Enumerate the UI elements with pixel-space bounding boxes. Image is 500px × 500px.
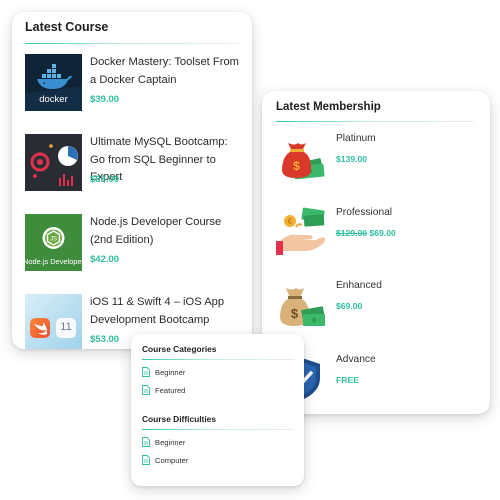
course-item-nodejs[interactable]: JS Node.js Developer Node.js Developer C… — [25, 214, 241, 276]
category-link[interactable]: Beginner — [155, 368, 185, 377]
docker-thumb-label: docker — [39, 94, 68, 105]
membership-item-platinum[interactable]: $ Platinum $139.00 — [276, 131, 476, 187]
course-price: $65.00 — [90, 174, 120, 185]
money-bag-cash-icon: $ — [282, 143, 325, 180]
membership-item-enhanced[interactable]: $ Enhanced $69.00 — [276, 278, 476, 334]
plan-sale-price: $69.00 — [369, 228, 396, 238]
membership-item-advance[interactable]: Advance FREE — [276, 352, 476, 408]
course-price: $39.00 — [90, 94, 120, 105]
document-icon — [142, 455, 150, 465]
plan-price-group: $129.00 $69.00 — [336, 228, 396, 238]
nodejs-thumb-label: Node.js Developer — [25, 257, 82, 266]
plan-price: FREE — [336, 375, 359, 385]
course-categories-title: Course Categories — [142, 344, 217, 354]
svg-text:$: $ — [293, 159, 300, 173]
latest-course-title: Latest Course — [25, 20, 109, 34]
course-item-docker[interactable]: docker Docker Mastery: Toolset From a Do… — [25, 54, 241, 116]
course-thumbnail-ios[interactable]: 11 — [25, 294, 82, 349]
latest-course-widget: Latest Course docker Docker Mastery: Too… — [12, 12, 252, 349]
plan-name-link[interactable]: Advance — [336, 354, 376, 365]
course-title-link[interactable]: Docker Mastery: Toolset From a Docker Ca… — [90, 54, 242, 89]
course-thumbnail-docker[interactable]: docker — [25, 54, 82, 111]
dollar-sack-cash-icon: $ — [280, 288, 325, 326]
svg-text:$: $ — [291, 306, 299, 321]
course-difficulties-title: Course Difficulties — [142, 414, 216, 424]
course-item-mysql[interactable]: Ultimate MySQL Bootcamp: Go from SQL Beg… — [25, 134, 241, 196]
category-link[interactable]: Featured — [155, 386, 185, 395]
title-underline — [142, 359, 294, 360]
latest-membership-title: Latest Membership — [276, 101, 381, 113]
plan-name-link[interactable]: Professional — [336, 207, 392, 218]
plan-name-link[interactable]: Platinum — [336, 133, 376, 144]
document-icon — [142, 437, 150, 447]
course-thumbnail-nodejs[interactable]: JS Node.js Developer — [25, 214, 82, 271]
course-title-link[interactable]: iOS 11 & Swift 4 – iOS App Development B… — [90, 294, 242, 329]
plan-price: $139.00 — [336, 154, 368, 164]
hand-dollar-coins-icon: € — [276, 207, 326, 255]
ios-thumb-label: 11 — [60, 321, 72, 333]
title-underline — [142, 429, 294, 430]
title-underline — [276, 121, 474, 122]
svg-text:JS: JS — [50, 237, 57, 243]
course-title-link[interactable]: Node.js Developer Course (2nd Edition) — [90, 214, 242, 249]
document-icon — [142, 367, 150, 377]
svg-text:€: € — [288, 217, 293, 226]
plan-old-price: $129.00 — [336, 228, 368, 238]
difficulty-link[interactable]: Computer — [155, 456, 188, 465]
plan-price: $69.00 — [336, 301, 363, 311]
difficulty-link[interactable]: Beginner — [155, 438, 185, 447]
data-charts-icon — [25, 134, 82, 191]
plan-name-link[interactable]: Enhanced — [336, 280, 382, 291]
course-price: $53.00 — [90, 334, 120, 345]
membership-item-professional[interactable]: € Professional $129.00 $69.00 — [276, 205, 476, 261]
course-price: $42.00 — [90, 254, 120, 265]
document-icon — [142, 385, 150, 395]
course-taxonomy-widget: Course Categories Beginner Featured Cour… — [131, 334, 304, 486]
title-underline — [25, 43, 239, 44]
course-thumbnail-mysql[interactable] — [25, 134, 82, 191]
